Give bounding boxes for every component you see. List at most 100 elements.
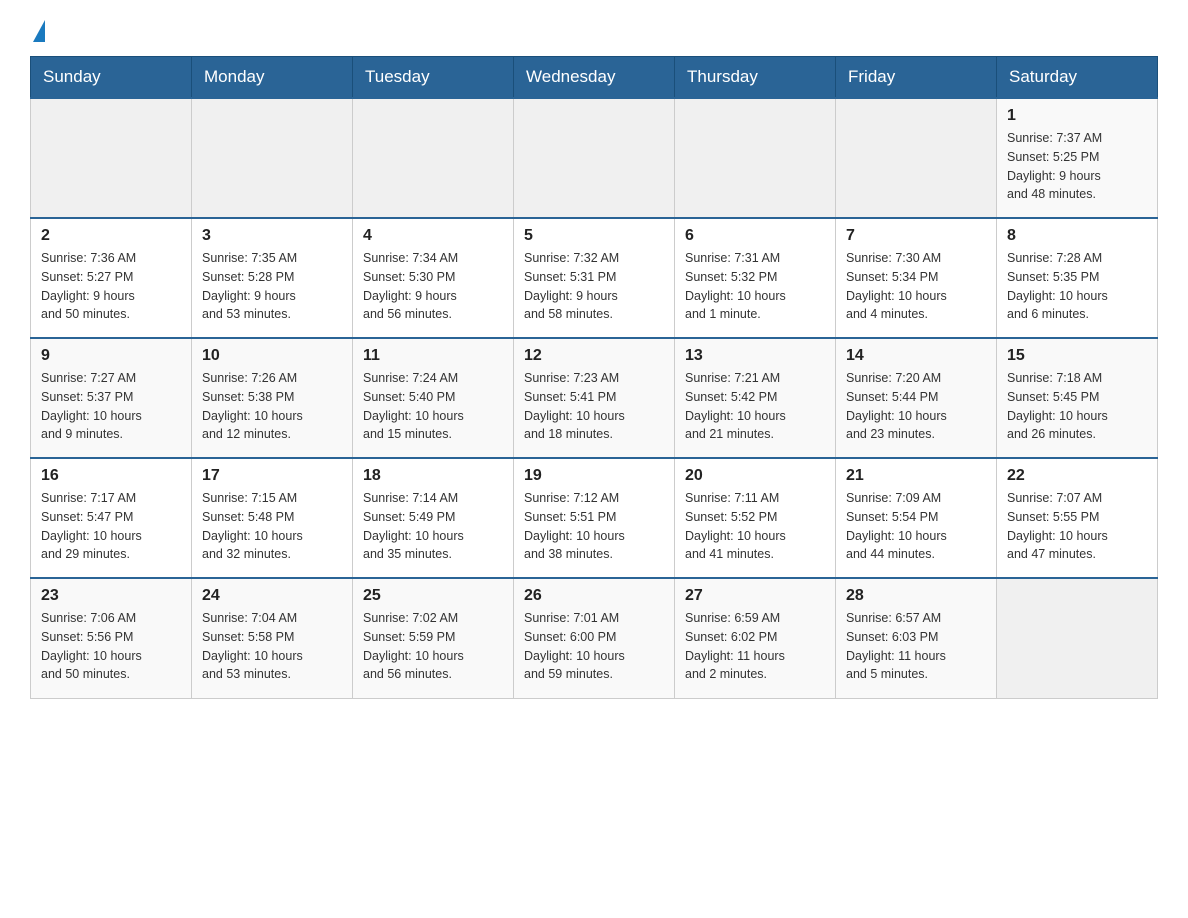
weekday-header-tuesday: Tuesday	[353, 57, 514, 99]
day-info: Sunrise: 7:27 AMSunset: 5:37 PMDaylight:…	[41, 369, 181, 444]
weekday-header-thursday: Thursday	[675, 57, 836, 99]
calendar-week-row: 9 Sunrise: 7:27 AMSunset: 5:37 PMDaylight…	[31, 338, 1158, 458]
calendar-table: SundayMondayTuesdayWednesdayThursdayFrid…	[30, 56, 1158, 699]
day-number: 19	[524, 467, 664, 485]
day-info: Sunrise: 6:59 AMSunset: 6:02 PMDaylight:…	[685, 609, 825, 684]
day-number: 6	[685, 227, 825, 245]
calendar-cell	[31, 98, 192, 218]
calendar-cell	[675, 98, 836, 218]
day-number: 7	[846, 227, 986, 245]
calendar-cell: 24 Sunrise: 7:04 AMSunset: 5:58 PMDayligh…	[192, 578, 353, 698]
day-number: 27	[685, 587, 825, 605]
calendar-cell: 28 Sunrise: 6:57 AMSunset: 6:03 PMDayligh…	[836, 578, 997, 698]
calendar-cell: 14 Sunrise: 7:20 AMSunset: 5:44 PMDayligh…	[836, 338, 997, 458]
day-info: Sunrise: 7:26 AMSunset: 5:38 PMDaylight:…	[202, 369, 342, 444]
day-info: Sunrise: 7:07 AMSunset: 5:55 PMDaylight:…	[1007, 489, 1147, 564]
calendar-cell: 25 Sunrise: 7:02 AMSunset: 5:59 PMDayligh…	[353, 578, 514, 698]
calendar-cell: 8Sunrise: 7:28 AMSunset: 5:35 PMDaylight…	[997, 218, 1158, 338]
day-number: 21	[846, 467, 986, 485]
calendar-cell: 20 Sunrise: 7:11 AMSunset: 5:52 PMDayligh…	[675, 458, 836, 578]
day-number: 12	[524, 347, 664, 365]
day-number: 23	[41, 587, 181, 605]
day-info: Sunrise: 6:57 AMSunset: 6:03 PMDaylight:…	[846, 609, 986, 684]
day-number: 25	[363, 587, 503, 605]
calendar-cell: 6 Sunrise: 7:31 AMSunset: 5:32 PMDaylight…	[675, 218, 836, 338]
day-number: 22	[1007, 467, 1147, 485]
calendar-cell: 16 Sunrise: 7:17 AMSunset: 5:47 PMDayligh…	[31, 458, 192, 578]
day-number: 2	[41, 227, 181, 245]
calendar-cell: 3 Sunrise: 7:35 AMSunset: 5:28 PMDaylight…	[192, 218, 353, 338]
day-number: 3	[202, 227, 342, 245]
day-info: Sunrise: 7:15 AMSunset: 5:48 PMDaylight:…	[202, 489, 342, 564]
calendar-header-row: SundayMondayTuesdayWednesdayThursdayFrid…	[31, 57, 1158, 99]
calendar-week-row: 1 Sunrise: 7:37 AMSunset: 5:25 PMDaylight…	[31, 98, 1158, 218]
calendar-cell: 15 Sunrise: 7:18 AMSunset: 5:45 PMDayligh…	[997, 338, 1158, 458]
day-number: 4	[363, 227, 503, 245]
calendar-week-row: 23 Sunrise: 7:06 AMSunset: 5:56 PMDayligh…	[31, 578, 1158, 698]
day-info: Sunrise: 7:17 AMSunset: 5:47 PMDaylight:…	[41, 489, 181, 564]
day-info: Sunrise: 7:20 AMSunset: 5:44 PMDaylight:…	[846, 369, 986, 444]
calendar-cell: 26 Sunrise: 7:01 AMSunset: 6:00 PMDayligh…	[514, 578, 675, 698]
day-info: Sunrise: 7:09 AMSunset: 5:54 PMDaylight:…	[846, 489, 986, 564]
calendar-cell: 10Sunrise: 7:26 AMSunset: 5:38 PMDayligh…	[192, 338, 353, 458]
calendar-cell: 18Sunrise: 7:14 AMSunset: 5:49 PMDayligh…	[353, 458, 514, 578]
day-info: Sunrise: 7:04 AMSunset: 5:58 PMDaylight:…	[202, 609, 342, 684]
page-header	[30, 20, 1158, 40]
day-info: Sunrise: 7:02 AMSunset: 5:59 PMDaylight:…	[363, 609, 503, 684]
day-info: Sunrise: 7:32 AMSunset: 5:31 PMDaylight:…	[524, 249, 664, 324]
calendar-cell: 19 Sunrise: 7:12 AMSunset: 5:51 PMDayligh…	[514, 458, 675, 578]
calendar-cell: 5 Sunrise: 7:32 AMSunset: 5:31 PMDaylight…	[514, 218, 675, 338]
day-info: Sunrise: 7:11 AMSunset: 5:52 PMDaylight:…	[685, 489, 825, 564]
day-number: 17	[202, 467, 342, 485]
day-number: 15	[1007, 347, 1147, 365]
calendar-cell: 9 Sunrise: 7:27 AMSunset: 5:37 PMDaylight…	[31, 338, 192, 458]
day-info: Sunrise: 7:06 AMSunset: 5:56 PMDaylight:…	[41, 609, 181, 684]
weekday-header-sunday: Sunday	[31, 57, 192, 99]
day-number: 5	[524, 227, 664, 245]
day-number: 28	[846, 587, 986, 605]
day-number: 26	[524, 587, 664, 605]
day-number: 1	[1007, 107, 1147, 125]
day-number: 16	[41, 467, 181, 485]
calendar-cell: 17 Sunrise: 7:15 AMSunset: 5:48 PMDayligh…	[192, 458, 353, 578]
calendar-cell: 7 Sunrise: 7:30 AMSunset: 5:34 PMDaylight…	[836, 218, 997, 338]
calendar-cell	[353, 98, 514, 218]
weekday-header-friday: Friday	[836, 57, 997, 99]
logo	[30, 20, 45, 40]
day-info: Sunrise: 7:01 AMSunset: 6:00 PMDaylight:…	[524, 609, 664, 684]
calendar-cell: 12 Sunrise: 7:23 AMSunset: 5:41 PMDayligh…	[514, 338, 675, 458]
day-info: Sunrise: 7:23 AMSunset: 5:41 PMDaylight:…	[524, 369, 664, 444]
calendar-week-row: 16 Sunrise: 7:17 AMSunset: 5:47 PMDayligh…	[31, 458, 1158, 578]
day-info: Sunrise: 7:18 AMSunset: 5:45 PMDaylight:…	[1007, 369, 1147, 444]
day-info: Sunrise: 7:14 AMSunset: 5:49 PMDaylight:…	[363, 489, 503, 564]
calendar-cell: 23 Sunrise: 7:06 AMSunset: 5:56 PMDayligh…	[31, 578, 192, 698]
day-number: 11	[363, 347, 503, 365]
day-info: Sunrise: 7:30 AMSunset: 5:34 PMDaylight:…	[846, 249, 986, 324]
day-info: Sunrise: 7:35 AMSunset: 5:28 PMDaylight:…	[202, 249, 342, 324]
calendar-week-row: 2 Sunrise: 7:36 AMSunset: 5:27 PMDaylight…	[31, 218, 1158, 338]
calendar-cell: 13 Sunrise: 7:21 AMSunset: 5:42 PMDayligh…	[675, 338, 836, 458]
calendar-cell	[997, 578, 1158, 698]
weekday-header-wednesday: Wednesday	[514, 57, 675, 99]
logo-triangle-icon	[33, 20, 45, 42]
day-number: 14	[846, 347, 986, 365]
day-info: Sunrise: 7:36 AMSunset: 5:27 PMDaylight:…	[41, 249, 181, 324]
day-info: Sunrise: 7:12 AMSunset: 5:51 PMDaylight:…	[524, 489, 664, 564]
weekday-header-monday: Monday	[192, 57, 353, 99]
day-number: 13	[685, 347, 825, 365]
day-number: 9	[41, 347, 181, 365]
day-info: Sunrise: 7:21 AMSunset: 5:42 PMDaylight:…	[685, 369, 825, 444]
day-number: 24	[202, 587, 342, 605]
calendar-cell: 1 Sunrise: 7:37 AMSunset: 5:25 PMDaylight…	[997, 98, 1158, 218]
calendar-cell: 22 Sunrise: 7:07 AMSunset: 5:55 PMDayligh…	[997, 458, 1158, 578]
day-info: Sunrise: 7:37 AMSunset: 5:25 PMDaylight:…	[1007, 129, 1147, 204]
calendar-cell: 11 Sunrise: 7:24 AMSunset: 5:40 PMDayligh…	[353, 338, 514, 458]
calendar-cell	[192, 98, 353, 218]
calendar-cell: 2 Sunrise: 7:36 AMSunset: 5:27 PMDaylight…	[31, 218, 192, 338]
day-info: Sunrise: 7:31 AMSunset: 5:32 PMDaylight:…	[685, 249, 825, 324]
day-number: 20	[685, 467, 825, 485]
calendar-cell: 27 Sunrise: 6:59 AMSunset: 6:02 PMDayligh…	[675, 578, 836, 698]
day-info: Sunrise: 7:24 AMSunset: 5:40 PMDaylight:…	[363, 369, 503, 444]
calendar-cell: 21 Sunrise: 7:09 AMSunset: 5:54 PMDayligh…	[836, 458, 997, 578]
calendar-cell	[836, 98, 997, 218]
